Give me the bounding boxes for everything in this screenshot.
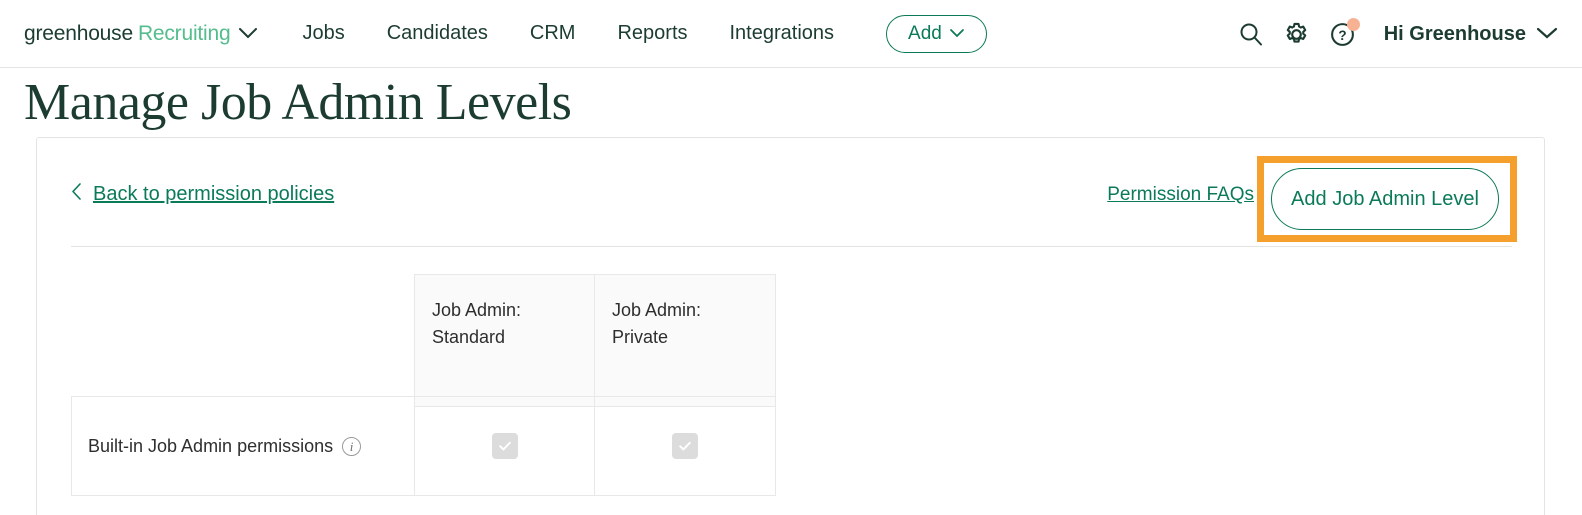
search-icon[interactable] bbox=[1228, 11, 1274, 57]
permissions-table: Job Admin: Standard Job Admin: Private B… bbox=[37, 263, 1544, 496]
toolbar-divider bbox=[71, 246, 1512, 247]
nav-item-crm[interactable]: CRM bbox=[530, 22, 576, 45]
user-menu-label: Hi Greenhouse bbox=[1383, 22, 1526, 45]
checkbox-cell-private[interactable] bbox=[595, 396, 776, 496]
page-title: Manage Job Admin Levels bbox=[24, 74, 572, 131]
card-toolbar: Back to permission policies Permission F… bbox=[37, 138, 1544, 247]
table-row: Built-in Job Admin permissions i bbox=[37, 396, 1544, 496]
brand-logo[interactable]: greenhouse Recruiting bbox=[24, 22, 258, 46]
add-job-admin-level-label: Add Job Admin Level bbox=[1291, 187, 1479, 210]
primary-nav-links: Jobs Candidates CRM Reports Integrations bbox=[302, 22, 834, 45]
row-label: Built-in Job Admin permissions bbox=[88, 435, 334, 456]
row-label-cell: Built-in Job Admin permissions i bbox=[71, 396, 414, 496]
chevron-down-icon bbox=[949, 23, 965, 45]
nav-right-cluster: ? Hi Greenhouse bbox=[1228, 0, 1558, 68]
add-job-admin-level-button[interactable]: Add Job Admin Level bbox=[1271, 168, 1499, 230]
svg-text:?: ? bbox=[1339, 28, 1347, 43]
chevron-down-icon bbox=[1536, 23, 1558, 46]
checkbox-built-in-standard bbox=[491, 433, 518, 459]
nav-item-integrations[interactable]: Integrations bbox=[730, 22, 835, 45]
chevron-down-icon bbox=[238, 27, 258, 40]
column-header-job-admin-private: Job Admin: Private bbox=[595, 274, 776, 407]
back-to-permission-policies-link[interactable]: Back to permission policies bbox=[71, 182, 334, 207]
add-button-label: Add bbox=[908, 22, 942, 44]
add-button[interactable]: Add bbox=[886, 14, 987, 53]
permission-faqs-link[interactable]: Permission FAQs bbox=[1107, 184, 1254, 206]
nav-item-reports[interactable]: Reports bbox=[617, 22, 687, 45]
checkbox-cell-standard[interactable] bbox=[414, 396, 595, 496]
page-root: greenhouse Recruiting Jobs Candidates CR… bbox=[0, 0, 1582, 515]
user-menu[interactable]: Hi Greenhouse bbox=[1384, 23, 1558, 46]
brand-name-secondary: Recruiting bbox=[137, 21, 231, 45]
table-header-row: Job Admin: Standard Job Admin: Private bbox=[37, 263, 1544, 407]
chevron-left-icon bbox=[71, 182, 82, 207]
help-icon[interactable]: ? bbox=[1320, 11, 1366, 57]
notification-badge bbox=[1346, 18, 1360, 31]
permission-levels-card: Back to permission policies Permission F… bbox=[36, 137, 1545, 515]
top-navigation-bar: greenhouse Recruiting Jobs Candidates CR… bbox=[0, 0, 1582, 68]
nav-item-jobs[interactable]: Jobs bbox=[302, 22, 344, 45]
gear-icon[interactable] bbox=[1274, 11, 1320, 57]
back-link-label: Back to permission policies bbox=[93, 183, 335, 205]
brand-name-primary: greenhouse bbox=[24, 21, 133, 45]
nav-item-candidates[interactable]: Candidates bbox=[387, 22, 488, 45]
info-icon[interactable]: i bbox=[342, 436, 362, 456]
checkbox-built-in-private bbox=[672, 433, 698, 459]
column-header-job-admin-standard: Job Admin: Standard bbox=[414, 274, 595, 407]
